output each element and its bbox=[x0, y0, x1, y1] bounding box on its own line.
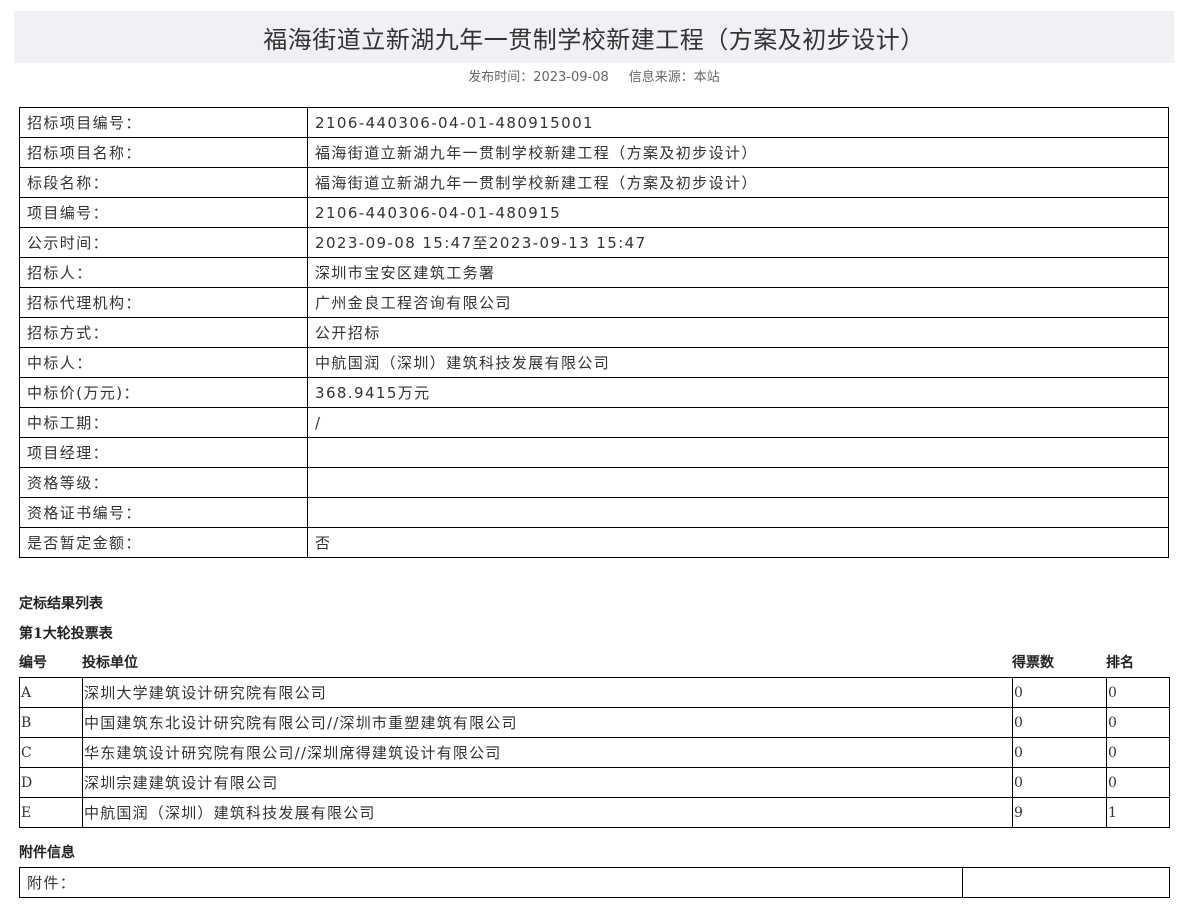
info-label: 招标人： bbox=[19, 257, 308, 288]
info-value: 否 bbox=[307, 527, 1169, 558]
source-value: 本站 bbox=[693, 70, 720, 85]
page-title: 福海街道立新湖九年一贯制学校新建工程（方案及初步设计） bbox=[263, 25, 925, 54]
vote-id: A bbox=[19, 677, 83, 708]
vote-table: A 深圳大学建筑设计研究院有限公司 0 0 B 中国建筑东北设计研究院有限公司//深圳市重… bbox=[19, 677, 1170, 828]
info-value bbox=[307, 497, 1169, 528]
vote-row: C 华东建筑设计研究院有限公司//深圳席得建筑设计有限公司 0 0 bbox=[19, 737, 1170, 768]
vote-bidder: 深圳大学建筑设计研究院有限公司 bbox=[82, 677, 1013, 708]
info-row: 中标价(万元)： 368.9415万元 bbox=[19, 377, 1169, 408]
info-row: 是否暂定金额：否 bbox=[19, 527, 1169, 558]
column-header-id: 编号 bbox=[19, 655, 47, 671]
info-value: / bbox=[307, 407, 1169, 438]
info-value: 公开招标 bbox=[307, 317, 1169, 348]
vote-row: A 深圳大学建筑设计研究院有限公司 0 0 bbox=[19, 677, 1170, 708]
title-bar: 福海街道立新湖九年一贯制学校新建工程（方案及初步设计） bbox=[14, 11, 1174, 63]
info-row: 标段名称： 福海街道立新湖九年一贯制学校新建工程（方案及初步设计） bbox=[19, 167, 1169, 198]
attachment-value bbox=[962, 867, 1170, 898]
info-label: 资格等级： bbox=[19, 467, 308, 498]
info-label: 公示时间： bbox=[19, 227, 308, 258]
info-row: 招标人： 深圳市宝安区建筑工务署 bbox=[19, 257, 1169, 288]
info-value bbox=[307, 437, 1169, 468]
vote-row: D 深圳宗建建筑设计有限公司 0 0 bbox=[19, 767, 1170, 798]
info-label: 招标项目编号： bbox=[19, 107, 308, 138]
info-label: 中标人： bbox=[19, 347, 308, 378]
info-row: 公示时间： 2023-09-08 15:47至2023-09-13 15:47 bbox=[19, 227, 1169, 258]
vote-id: C bbox=[19, 737, 83, 768]
attachment-table: 附件： bbox=[19, 867, 1170, 898]
info-label: 项目编号： bbox=[19, 197, 308, 228]
vote-rank: 1 bbox=[1106, 797, 1170, 828]
column-header-votes: 得票数 bbox=[1012, 655, 1054, 671]
info-label: 招标代理机构： bbox=[19, 287, 308, 318]
vote-bidder: 深圳宗建建筑设计有限公司 bbox=[82, 767, 1013, 798]
vote-count: 0 bbox=[1012, 767, 1107, 798]
attachment-heading: 附件信息 bbox=[19, 845, 75, 861]
info-row: 招标项目名称： 福海街道立新湖九年一贯制学校新建工程（方案及初步设计） bbox=[19, 137, 1169, 168]
vote-count: 0 bbox=[1012, 737, 1107, 768]
column-header-rank: 排名 bbox=[1106, 655, 1134, 671]
attachment-row: 附件： bbox=[19, 867, 1170, 898]
info-label: 中标价(万元)： bbox=[19, 377, 308, 408]
info-row: 资格证书编号： bbox=[19, 497, 1169, 528]
info-value: 2106-440306-04-01-480915001 bbox=[307, 107, 1169, 138]
info-row: 招标代理机构： 广州金良工程咨询有限公司 bbox=[19, 287, 1169, 318]
vote-rank: 0 bbox=[1106, 707, 1170, 738]
vote-rank: 0 bbox=[1106, 737, 1170, 768]
vote-id: E bbox=[19, 797, 83, 828]
vote-count: 9 bbox=[1012, 797, 1107, 828]
vote-id: B bbox=[19, 707, 83, 738]
info-label: 标段名称： bbox=[19, 167, 308, 198]
project-info-table: 招标项目编号： 2106-440306-04-01-480915001 招标项目名称… bbox=[19, 107, 1169, 558]
info-value bbox=[307, 467, 1169, 498]
info-value: 福海街道立新湖九年一贯制学校新建工程（方案及初步设计） bbox=[307, 137, 1169, 168]
publish-label: 发布时间： bbox=[468, 70, 534, 85]
info-row: 项目经理： bbox=[19, 437, 1169, 468]
publish-meta: 发布时间：2023-09-08 信息来源：本站 bbox=[0, 66, 1188, 85]
info-value: 广州金良工程咨询有限公司 bbox=[307, 287, 1169, 318]
info-value: 福海街道立新湖九年一贯制学校新建工程（方案及初步设计） bbox=[307, 167, 1169, 198]
vote-row: B 中国建筑东北设计研究院有限公司//深圳市重塑建筑有限公司 0 0 bbox=[19, 707, 1170, 738]
result-list-heading: 定标结果列表 bbox=[19, 596, 103, 612]
vote-rank: 0 bbox=[1106, 767, 1170, 798]
info-value: 368.9415万元 bbox=[307, 377, 1169, 408]
vote-row: E 中航国润（深圳）建筑科技发展有限公司 9 1 bbox=[19, 797, 1170, 828]
vote-bidder: 中航国润（深圳）建筑科技发展有限公司 bbox=[82, 797, 1013, 828]
attachment-label: 附件： bbox=[19, 867, 963, 898]
info-value: 2106-440306-04-01-480915 bbox=[307, 197, 1169, 228]
info-label: 项目经理： bbox=[19, 437, 308, 468]
source-label: 信息来源： bbox=[628, 70, 694, 85]
info-row: 中标工期： / bbox=[19, 407, 1169, 438]
info-label: 中标工期： bbox=[19, 407, 308, 438]
publish-date: 2023-09-08 bbox=[533, 70, 609, 85]
info-value: 深圳市宝安区建筑工务署 bbox=[307, 257, 1169, 288]
vote-id: D bbox=[19, 767, 83, 798]
info-label: 招标项目名称： bbox=[19, 137, 308, 168]
info-row: 中标人： 中航国润（深圳）建筑科技发展有限公司 bbox=[19, 347, 1169, 378]
info-label: 招标方式： bbox=[19, 317, 308, 348]
vote-bidder: 华东建筑设计研究院有限公司//深圳席得建筑设计有限公司 bbox=[82, 737, 1013, 768]
vote-bidder: 中国建筑东北设计研究院有限公司//深圳市重塑建筑有限公司 bbox=[82, 707, 1013, 738]
info-row: 项目编号： 2106-440306-04-01-480915 bbox=[19, 197, 1169, 228]
vote-count: 0 bbox=[1012, 677, 1107, 708]
column-header-bidder: 投标单位 bbox=[82, 655, 138, 671]
round-heading: 第1大轮投票表 bbox=[19, 626, 113, 642]
info-row: 招标方式： 公开招标 bbox=[19, 317, 1169, 348]
info-value: 中航国润（深圳）建筑科技发展有限公司 bbox=[307, 347, 1169, 378]
info-value: 2023-09-08 15:47至2023-09-13 15:47 bbox=[307, 227, 1169, 258]
info-row: 招标项目编号： 2106-440306-04-01-480915001 bbox=[19, 107, 1169, 138]
vote-count: 0 bbox=[1012, 707, 1107, 738]
info-label: 是否暂定金额： bbox=[19, 527, 308, 558]
info-row: 资格等级： bbox=[19, 467, 1169, 498]
info-label: 资格证书编号： bbox=[19, 497, 308, 528]
vote-table-header: 编号 投标单位 得票数 排名 bbox=[19, 652, 1169, 674]
vote-rank: 0 bbox=[1106, 677, 1170, 708]
